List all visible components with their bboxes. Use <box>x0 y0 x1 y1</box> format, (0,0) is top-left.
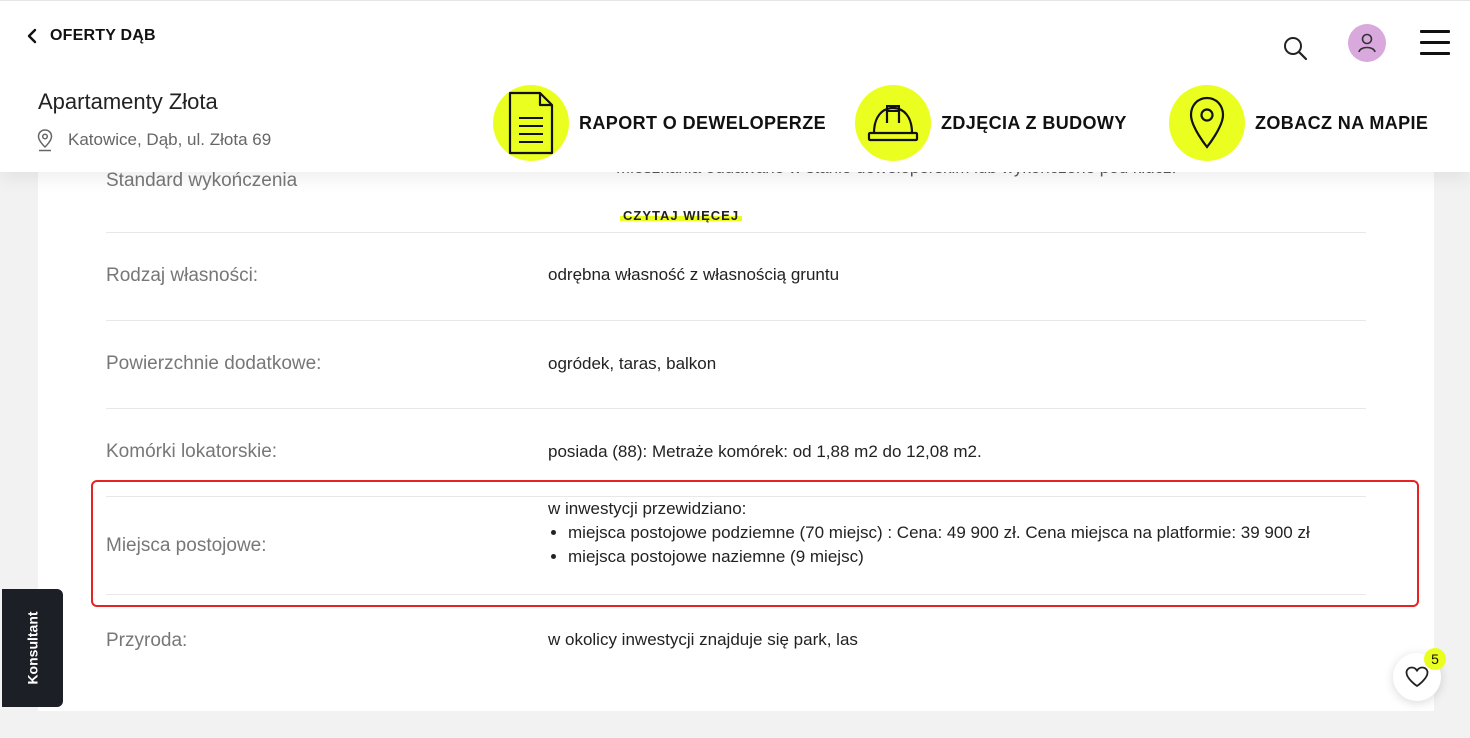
map-pin-icon <box>1169 85 1245 161</box>
favorites-count-badge: 5 <box>1424 648 1446 670</box>
construction-photos-label: ZDJĘCIA Z BUDOWY <box>941 112 1127 133</box>
user-icon <box>1358 33 1376 53</box>
ownership-label: Rodzaj własności: <box>106 265 259 286</box>
storage-value: posiada (88): Metraże komórek: od 1,88 m… <box>548 442 982 461</box>
detail-row-storage: Komórki lokatorskie: posiada (88): Metra… <box>106 409 1366 497</box>
parking-label: Miejsca postojowe: <box>106 535 267 556</box>
consultant-label: Konsultant <box>24 611 41 685</box>
extra-areas-value: ogródek, taras, balkon <box>548 354 717 373</box>
ownership-value: odrębna własność z własnością gruntu <box>548 265 840 284</box>
back-label: OFERTY DĄB <box>50 27 156 44</box>
header: OFERTY DĄB Apartamenty Złota Katowice, D… <box>0 0 1470 172</box>
address-text: Katowice, Dąb, ul. Złota 69 <box>68 130 272 149</box>
developer-report-label: RAPORT O DEWELOPERZE <box>579 112 827 133</box>
detail-row-parking: Miejsca postojowe: w inwestycji przewidz… <box>106 497 1366 595</box>
nature-label: Przyroda: <box>106 630 188 651</box>
parking-list: miejsca postojowe podziemne (70 miejsc) … <box>548 521 1358 569</box>
parking-item: miejsca postojowe podziemne (70 miejsc) … <box>568 521 1358 545</box>
avatar[interactable] <box>1348 24 1386 62</box>
heart-icon <box>1405 666 1429 687</box>
view-map-button[interactable]: ZOBACZ NA MAPIE <box>1169 85 1428 161</box>
page-title: Apartamenty Złota <box>38 89 218 114</box>
details-card: Mieszkania oddawane w stanie dewelopersk… <box>38 150 1434 711</box>
storage-label: Komórki lokatorskie: <box>106 441 278 462</box>
construction-photos-button[interactable]: ZDJĘCIA Z BUDOWY <box>855 85 1127 161</box>
parking-value: w inwestycji przewidziano: miejsca posto… <box>548 497 1358 569</box>
location-pin-icon <box>37 129 53 152</box>
hamburger-icon[interactable] <box>1420 30 1450 56</box>
view-map-label: ZOBACZ NA MAPIE <box>1255 112 1429 133</box>
developer-report-button[interactable]: RAPORT O DEWELOPERZE <box>493 85 826 161</box>
detail-row-ownership: Rodzaj własności: odrębna własność z wła… <box>106 233 1366 321</box>
nature-value: w okolicy inwestycji znajduje się park, … <box>548 630 858 649</box>
address: Katowice, Dąb, ul. Złota 69 <box>36 128 271 152</box>
search-icon[interactable] <box>1282 35 1308 61</box>
standard-label: Standard wykończenia <box>106 170 298 191</box>
chevron-left-icon <box>27 28 37 44</box>
parking-intro: w inwestycji przewidziano: <box>548 499 747 518</box>
document-icon <box>493 85 569 161</box>
hard-hat-icon <box>855 85 931 161</box>
detail-row-nature: Przyroda: w okolicy inwestycji znajduje … <box>106 595 1366 685</box>
read-more-link[interactable]: CZYTAJ WIĘCEJ <box>620 208 743 223</box>
consultant-tab[interactable]: Konsultant <box>2 589 63 707</box>
parking-item: miejsca postojowe naziemne (9 miejsc) <box>568 545 1358 569</box>
back-link[interactable]: OFERTY DĄB <box>24 27 156 45</box>
extra-areas-label: Powierzchnie dodatkowe: <box>106 353 322 374</box>
detail-row-extra-areas: Powierzchnie dodatkowe: ogródek, taras, … <box>106 321 1366 409</box>
